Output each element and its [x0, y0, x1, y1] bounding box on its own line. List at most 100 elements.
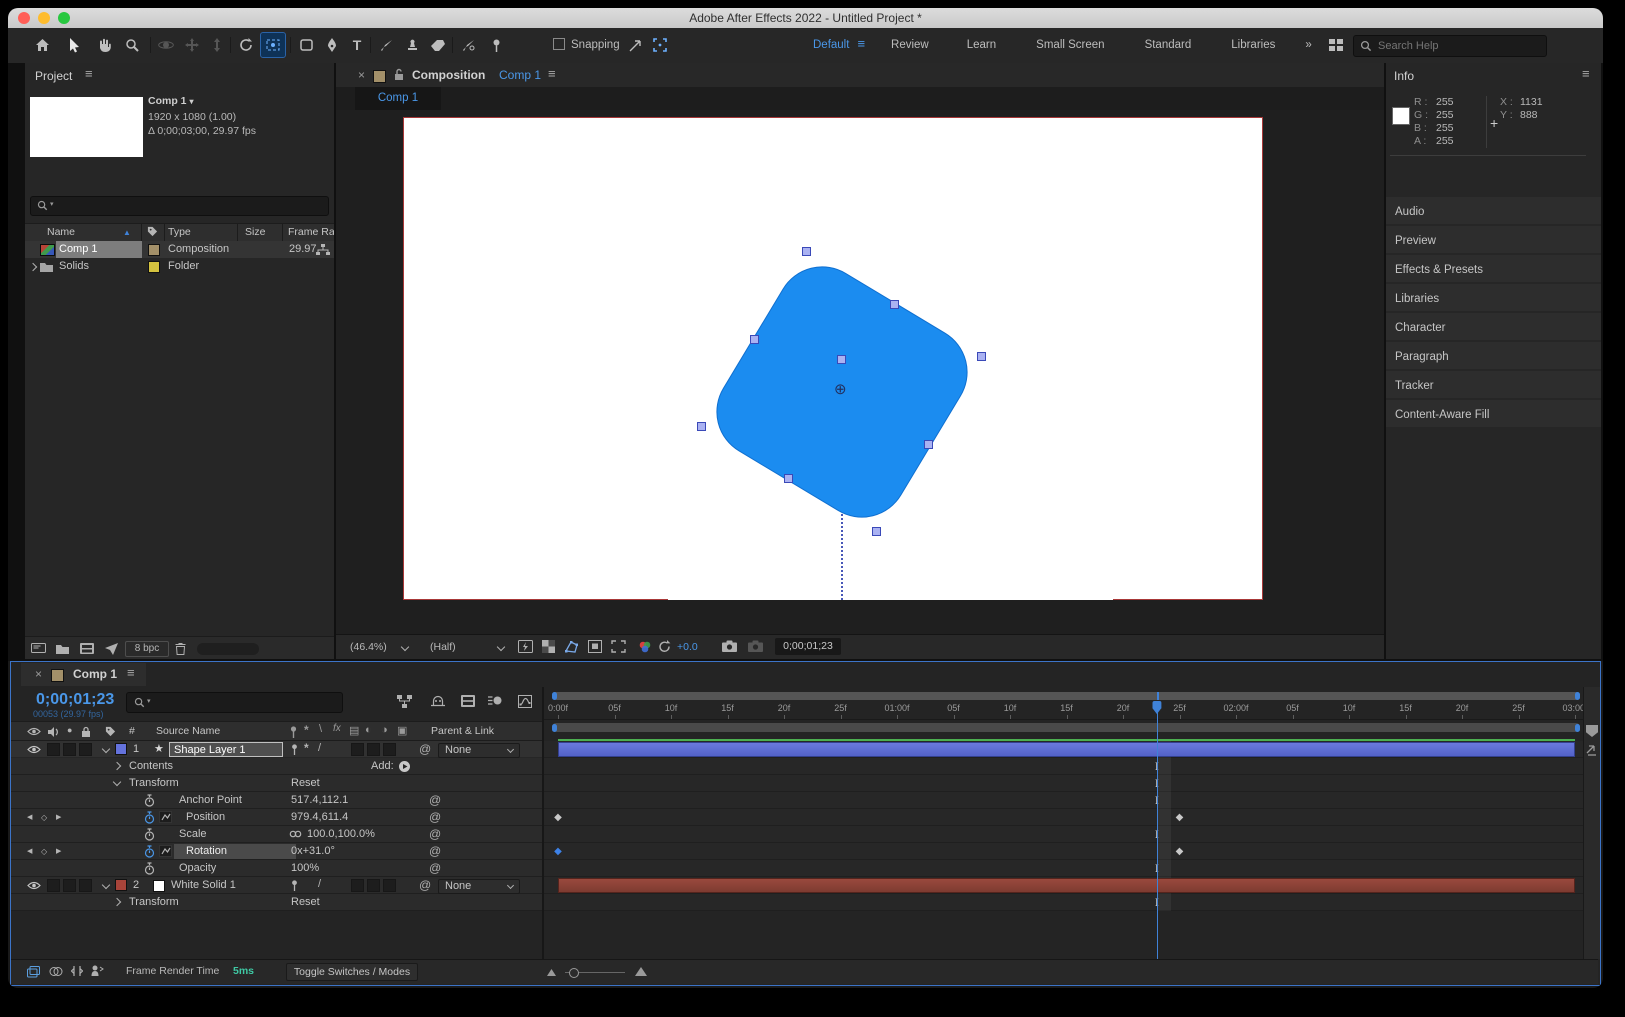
rotation-label[interactable]: Rotation — [174, 844, 296, 859]
layer-row-white-solid-1[interactable]: 2 White Solid 1 / @ None — [11, 877, 542, 894]
label-column-tag-icon[interactable] — [105, 726, 116, 737]
sidebar-panel-character[interactable]: Character — [1395, 322, 1446, 334]
layer-bar-white-solid-1[interactable] — [558, 878, 1575, 893]
quality-switch[interactable]: / — [318, 878, 321, 890]
scale-value[interactable]: 100.0,100.0% — [307, 826, 375, 843]
workspace-small-screen[interactable]: Small Screen — [1036, 39, 1104, 51]
column-size[interactable]: Size — [245, 224, 265, 241]
column-number[interactable]: # — [129, 723, 135, 740]
workspace-overflow-icon[interactable]: » — [1305, 39, 1311, 51]
comp-button-icon[interactable] — [1586, 745, 1598, 757]
info-panel-menu-icon[interactable]: ≡ — [1582, 69, 1590, 79]
shape-path-point[interactable] — [837, 355, 846, 364]
timeline-search-box[interactable]: ▾ — [126, 692, 343, 713]
sort-ascending-icon[interactable]: ▲ — [123, 224, 131, 241]
sidebar-panel-preview[interactable]: Preview — [1395, 235, 1436, 247]
timeline-zoom-slider-track[interactable] — [565, 972, 625, 973]
hand-tool-icon[interactable] — [92, 33, 116, 57]
lock-cell[interactable] — [79, 879, 92, 892]
zoom-tool-icon[interactable] — [120, 33, 144, 57]
close-tab-icon[interactable]: × — [35, 667, 42, 681]
navigator-start-handle[interactable] — [552, 692, 557, 700]
keyframe-diamond[interactable]: ◆ — [554, 843, 562, 860]
selection-handle[interactable] — [750, 335, 759, 344]
expand-contents-icon[interactable] — [113, 762, 121, 770]
quality-switch[interactable]: / — [318, 742, 321, 754]
exposure-value[interactable]: +0.0 — [677, 641, 698, 653]
lock-column-icon[interactable] — [81, 726, 91, 738]
audio-column-speaker-icon[interactable] — [47, 726, 59, 738]
layer-name[interactable]: White Solid 1 — [171, 877, 236, 894]
fx-switch-icon[interactable]: fx — [333, 723, 341, 734]
work-area-bar[interactable] — [552, 723, 1580, 732]
next-keyframe-icon[interactable]: ▶ — [56, 843, 61, 860]
shy-switch-icon[interactable] — [289, 726, 298, 738]
contents-label[interactable]: Contents — [129, 758, 173, 775]
frame-blending-icon[interactable] — [461, 695, 475, 707]
cube-3d-switch-icon[interactable]: ▣ — [397, 724, 407, 737]
anchor-point-label[interactable]: Anchor Point — [179, 792, 242, 809]
region-of-interest-icon[interactable] — [611, 640, 626, 653]
type-tool-icon[interactable]: T — [345, 33, 369, 57]
selection-handle[interactable] — [890, 300, 899, 309]
previous-keyframe-icon[interactable]: ◀ — [27, 809, 32, 826]
magnification-dropdown-arrow-icon[interactable] — [401, 643, 409, 651]
graph-editor-icon[interactable] — [518, 695, 532, 708]
label-color-swatch[interactable] — [148, 244, 160, 256]
mini-flowchart-icon[interactable] — [397, 695, 412, 708]
motion-blur-icon[interactable] — [488, 695, 502, 706]
collapse-layer-icon[interactable] — [102, 745, 110, 753]
sidebar-panel-effects-presets[interactable]: Effects & Presets — [1395, 264, 1483, 276]
workspace-default[interactable]: Default — [813, 39, 849, 51]
collapse-transformations-icon[interactable]: * — [304, 723, 309, 737]
project-row-comp1[interactable]: Comp 1 Composition 29.97 — [25, 241, 334, 258]
property-row-transform[interactable]: Transform Reset — [11, 775, 542, 792]
camera-tool-icon[interactable] — [261, 33, 285, 57]
help-search-box[interactable] — [1353, 35, 1547, 57]
collapse-transformations-switch[interactable]: * — [304, 741, 309, 755]
toggle-transfer-controls-icon[interactable] — [49, 966, 63, 977]
keyframe-diamond[interactable]: ◆ — [554, 809, 562, 826]
eraser-tool-icon[interactable] — [426, 33, 450, 57]
puppet-pin-tool-icon[interactable] — [484, 33, 508, 57]
add-keyframe-icon[interactable]: ◇ — [41, 809, 47, 826]
work-area-start-handle[interactable] — [552, 724, 557, 732]
audio-cell[interactable] — [47, 743, 60, 756]
keyframe-diamond[interactable]: ◆ — [1176, 843, 1184, 860]
stopwatch-icon[interactable] — [144, 828, 155, 841]
property-row-position[interactable]: ◀ ◇ ▶ Position 979.4,611.4 @ — [11, 809, 542, 826]
keyframe-diamond[interactable]: ◆ — [1176, 809, 1184, 826]
position-label[interactable]: Position — [186, 809, 225, 826]
snapping-checkbox[interactable] — [553, 38, 565, 50]
frame-blend-switch-icon[interactable]: ▤ — [349, 724, 359, 737]
stopwatch-icon-active[interactable] — [144, 811, 155, 824]
selection-handle[interactable] — [977, 352, 986, 361]
workspace-review[interactable]: Review — [891, 39, 929, 51]
selection-tool-icon[interactable] — [62, 33, 86, 57]
next-keyframe-icon[interactable]: ▶ — [56, 809, 61, 826]
column-name[interactable]: Name — [47, 224, 75, 241]
property-row-opacity[interactable]: Opacity 100% @ — [11, 860, 542, 877]
toggle-render-time-icon[interactable] — [91, 965, 104, 977]
selection-handle[interactable] — [697, 422, 706, 431]
time-ruler[interactable]: 0:00f05f10f15f20f25f01:00f05f10f15f20f25… — [544, 701, 1583, 720]
home-tool-icon[interactable] — [30, 33, 54, 57]
new-composition-icon[interactable] — [80, 643, 94, 654]
composition-canvas[interactable]: ⊕ — [403, 117, 1263, 600]
sidebar-panel-libraries[interactable]: Libraries — [1395, 293, 1439, 305]
eye-icon[interactable] — [27, 745, 41, 754]
position-value[interactable]: 979.4,611.4 — [291, 809, 348, 826]
rectangle-tool-icon[interactable] — [294, 33, 318, 57]
adjustment-layer-switch-icon[interactable]: ◑ — [381, 724, 388, 736]
selection-handle[interactable] — [924, 440, 933, 449]
layer-color-swatch[interactable] — [115, 879, 127, 891]
sidebar-panel-audio[interactable]: Audio — [1395, 206, 1424, 218]
mask-visibility-icon[interactable] — [564, 640, 579, 653]
sidebar-panel-paragraph[interactable]: Paragraph — [1395, 351, 1449, 363]
workspace-grid-icon[interactable] — [1324, 33, 1348, 57]
expand-transform-icon[interactable] — [113, 898, 121, 906]
project-item-name[interactable]: Solids — [59, 258, 89, 275]
roto-brush-tool-icon[interactable] — [456, 33, 480, 57]
new-folder-icon[interactable] — [56, 644, 69, 654]
toggle-layer-switches-icon[interactable] — [27, 966, 40, 978]
